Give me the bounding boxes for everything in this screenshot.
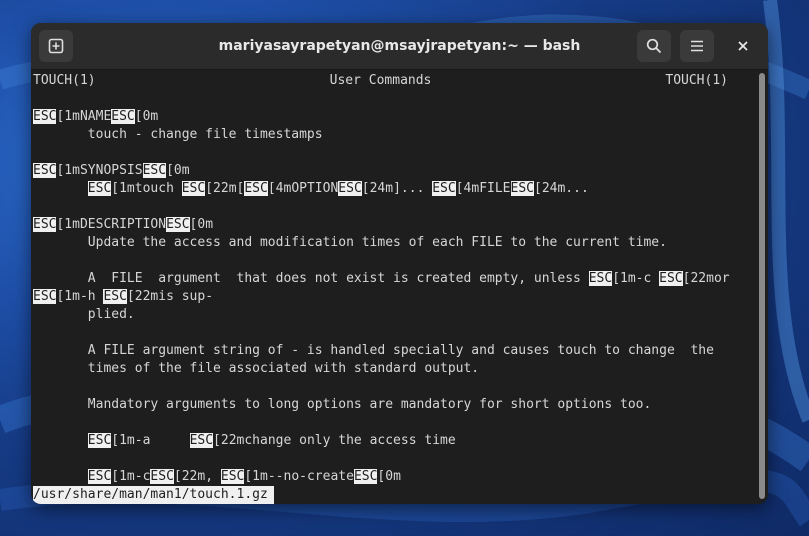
description-text: A FILE argument that does not exist is c… xyxy=(33,271,730,286)
esc-marker: ESC xyxy=(33,163,57,178)
esc-marker: ESC xyxy=(103,289,127,304)
search-icon xyxy=(646,38,662,54)
man-header-center: User Commands xyxy=(329,73,432,88)
esc-marker: ESC xyxy=(33,109,57,124)
esc-marker: ESC xyxy=(659,271,683,286)
esc-marker: ESC xyxy=(244,181,268,196)
esc-marker: ESC xyxy=(87,433,112,448)
man-header-right: TOUCH(1) xyxy=(665,73,728,88)
esc-marker: ESC xyxy=(338,181,362,196)
option-a: ESC[1m-a ESC[22mchange only the access t… xyxy=(87,433,456,448)
description-heading: ESC[1mDESCRIPTIONESC[0m xyxy=(33,217,214,232)
esc-marker: ESC xyxy=(87,181,112,196)
terminal-output[interactable]: TOUCH(1) User Commands TOUCH(1) ESC[1mNA… xyxy=(31,70,756,504)
name-heading: ESC[1mNAMEESC[0m xyxy=(33,109,159,124)
terminal-window: mariyasayrapetyan@msayjrapetyan:~ — bash… xyxy=(31,23,768,504)
pager-status-line: /usr/share/man/man1/touch.1.gz xyxy=(33,486,756,504)
hamburger-menu-icon xyxy=(691,40,703,52)
esc-marker: ESC xyxy=(150,469,174,484)
esc-marker: ESC xyxy=(142,163,167,178)
esc-marker: ESC xyxy=(166,217,190,232)
title-bar: mariyasayrapetyan@msayjrapetyan:~ — bash xyxy=(31,23,768,70)
esc-marker: ESC xyxy=(220,469,245,484)
description-text: Update the access and modification times… xyxy=(33,235,667,250)
description-text: Mandatory arguments to long options are … xyxy=(33,397,652,412)
name-description: touch - change file timestamps xyxy=(33,127,323,142)
search-button[interactable] xyxy=(637,30,671,62)
esc-marker: ESC xyxy=(87,469,112,484)
close-button[interactable] xyxy=(727,30,759,62)
close-icon xyxy=(738,41,748,51)
option-c: ESC[1m-cESC[22m, ESC[1m--no-createESC[0m xyxy=(87,469,401,484)
description-text: ESC[1m-h ESC[22mis sup- xyxy=(33,289,214,304)
man-header-left: TOUCH(1) xyxy=(33,73,96,88)
man-header: TOUCH(1) User Commands TOUCH(1) xyxy=(33,72,728,90)
synopsis-line: ESC[1mtouch ESC[22m[ESC[4mOPTIONESC[24m]… xyxy=(87,181,589,196)
esc-marker: ESC xyxy=(432,181,456,196)
scrollbar[interactable] xyxy=(759,73,765,499)
synopsis-heading: ESC[1mSYNOPSISESC[0m xyxy=(33,163,190,178)
esc-marker: ESC xyxy=(588,271,613,286)
esc-marker: ESC xyxy=(353,469,378,484)
description-text: plied. xyxy=(33,307,135,322)
description-text: times of the file associated with standa… xyxy=(33,361,480,376)
pager-status: /usr/share/man/man1/touch.1.gz xyxy=(33,486,274,504)
esc-marker: ESC xyxy=(33,289,57,304)
description-text: A FILE argument string of - is handled s… xyxy=(33,343,714,358)
esc-marker: ESC xyxy=(111,109,135,124)
esc-marker: ESC xyxy=(510,181,534,196)
esc-marker: ESC xyxy=(181,181,206,196)
esc-marker: ESC xyxy=(33,217,57,232)
menu-button[interactable] xyxy=(680,30,714,62)
esc-marker: ESC xyxy=(189,433,214,448)
